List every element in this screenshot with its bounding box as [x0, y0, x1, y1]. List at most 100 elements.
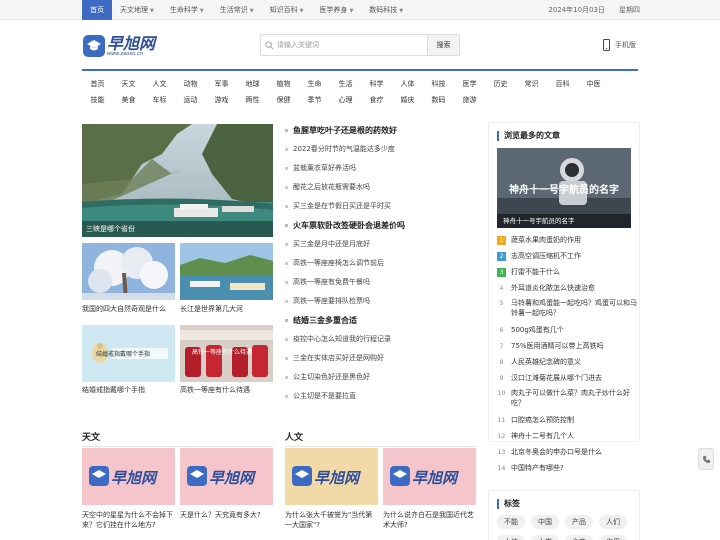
category-link[interactable]: 婚庆	[392, 93, 423, 107]
mobile-version-link[interactable]: 手机版	[603, 38, 636, 52]
article-card-title[interactable]: 为什么说齐白石是我国近代艺术大师?	[383, 510, 476, 530]
category-link[interactable]: 军事	[206, 77, 237, 91]
rank-item[interactable]: 2 志高空调压缩机不工作	[497, 251, 637, 261]
headline-link[interactable]: 火车票软卧改签硬卧会退差价吗	[284, 219, 479, 232]
article-link[interactable]: 2022春分时节的气温能达多少度	[284, 143, 479, 156]
rank-item[interactable]: 9 汉口江滩菊花展从哪个门进去	[497, 373, 637, 383]
category-link[interactable]: 食疗	[361, 93, 392, 107]
category-link[interactable]: 动物	[175, 77, 206, 91]
rank-item[interactable]: 14 中国特产有哪些?	[497, 463, 637, 473]
topnav-digital[interactable]: 数码科技 ▼	[361, 0, 411, 20]
topnav-encyclopedia[interactable]: 知识百科 ▼	[262, 0, 312, 20]
article-link[interactable]: 醒花之后放花瓶需要水吗	[284, 181, 479, 194]
category-link[interactable]: 技能	[82, 93, 113, 107]
thumb-wonders[interactable]	[82, 243, 175, 300]
category-link[interactable]: 首页	[82, 77, 113, 91]
article-link[interactable]: 疫控中心怎么知道我的行程记录	[284, 333, 479, 346]
category-link[interactable]: 医学	[454, 77, 485, 91]
search-input[interactable]	[277, 35, 427, 55]
section-title-astronomy[interactable]: 天文	[82, 430, 100, 444]
thumb-train[interactable]: 高铁一等座有什么待遇	[180, 325, 273, 382]
topnav-medical[interactable]: 医学养身 ▼	[311, 0, 361, 20]
tag-link[interactable]: 中国	[531, 515, 559, 529]
headline-link[interactable]: 鱼腥草吃叶子还是根的药效好	[284, 124, 479, 137]
article-link[interactable]: 高铁一等座座椅怎么调节前后	[284, 257, 479, 270]
category-link[interactable]: 历史	[485, 77, 516, 91]
headline-link[interactable]: 结婚三金多重合适	[284, 314, 479, 327]
rank-item[interactable]: 3 打雷不能干什么	[497, 267, 637, 277]
article-card-image[interactable]: 早旭网	[285, 448, 378, 505]
tag-link[interactable]: 产品	[565, 515, 593, 529]
category-link[interactable]: 游戏	[206, 93, 237, 107]
category-link[interactable]: 生活	[330, 77, 361, 91]
rank-item[interactable]: 11 口腔癌怎么预防控制	[497, 415, 637, 425]
rank-item[interactable]: 4 外耳道炎化脓怎么快速治愈	[497, 283, 637, 293]
tag-link[interactable]: 人类	[531, 535, 559, 540]
tag-link[interactable]: 作用	[599, 535, 627, 540]
tag-link[interactable]: 会变	[565, 535, 593, 540]
article-link[interactable]: 三金在实体店买好还是网购好	[284, 352, 479, 365]
article-link[interactable]: 买三金是月中还是月底好	[284, 238, 479, 251]
article-card-title[interactable]: 天空中的星星为什么不会掉下来？它们挂在什么地方?	[82, 510, 175, 530]
category-link[interactable]: 常识	[516, 77, 547, 91]
category-link[interactable]: 科技	[423, 77, 454, 91]
rank-item[interactable]: 10 肉丸子可以做什么菜？肉丸子炒什么好吃？	[497, 388, 637, 408]
topnav-life-science[interactable]: 生命科学 ▼	[162, 0, 212, 20]
rank-item[interactable]: 8 人民英雄纪念碑的意义	[497, 357, 637, 367]
topnav-life-tips[interactable]: 生活常识 ▼	[212, 0, 262, 20]
article-link[interactable]: 高铁一等座要排队检票吗	[284, 295, 479, 308]
category-link[interactable]: 人体	[392, 77, 423, 91]
rank-item[interactable]: 13 北京冬奥会的申办口号是什么	[497, 447, 637, 457]
article-link[interactable]: 盆栽薰衣草好养活吗	[284, 162, 479, 175]
article-card-image[interactable]: 早旭网	[82, 448, 175, 505]
topnav-astro-geo[interactable]: 天文地理 ▼	[112, 0, 162, 20]
thumb-ring[interactable]: 结婚戒指戴哪个手指	[82, 325, 175, 382]
article-card-image[interactable]: 早旭网	[383, 448, 476, 505]
thumb-yangtze[interactable]	[180, 243, 273, 300]
category-link[interactable]: 保健	[268, 93, 299, 107]
article-link[interactable]: 高铁一等座有免费午餐吗	[284, 276, 479, 289]
tag-link[interactable]: 人体	[497, 535, 525, 540]
article-card-title[interactable]: 为什么张大千被誉为"当代第一大国家"?	[285, 510, 378, 530]
category-link[interactable]: 科学	[361, 77, 392, 91]
category-link[interactable]: 美食	[113, 93, 144, 107]
category-link[interactable]: 数码	[423, 93, 454, 107]
article-link[interactable]: 买三金是在节假日买还是平时买	[284, 200, 479, 213]
article-link[interactable]: 公主切是不是要拉直	[284, 390, 479, 403]
category-link[interactable]: 人文	[144, 77, 175, 91]
thumb-title[interactable]: 高铁一等座有什么待遇	[180, 385, 250, 395]
article-card-title[interactable]: 天是什么？天究竟有多大?	[180, 510, 273, 520]
category-link[interactable]: 中医	[578, 77, 609, 91]
floating-contact-button[interactable]	[698, 448, 714, 470]
category-link[interactable]: 百科	[547, 77, 578, 91]
search-button[interactable]: 搜索	[427, 35, 459, 55]
category-link[interactable]: 天文	[113, 77, 144, 91]
section-title-humanities[interactable]: 人文	[285, 430, 303, 444]
article-link[interactable]: 公主切染色好还是黑色好	[284, 371, 479, 384]
topnav-home[interactable]: 首页	[82, 0, 112, 20]
article-card-image[interactable]: 早旭网	[180, 448, 273, 505]
category-link[interactable]: 心理	[330, 93, 361, 107]
rank-item[interactable]: 1 蔬菜水果肉蛋奶的作用	[497, 235, 637, 245]
site-logo[interactable]: 早旭网 www.zaoxu.cn	[83, 33, 163, 59]
rank-item[interactable]: 6 500g鸡蛋有几个	[497, 325, 637, 335]
category-link[interactable]: 植物	[268, 77, 299, 91]
category-link[interactable]: 旅游	[454, 93, 485, 107]
category-link[interactable]: 运动	[175, 93, 206, 107]
thumb-title[interactable]: 我国的四大自然奇观是什么	[82, 304, 166, 314]
category-link[interactable]: 生命	[299, 77, 330, 91]
chevron-down-icon: ▼	[249, 8, 254, 14]
tag-link[interactable]: 人们	[599, 515, 627, 529]
thumb-title[interactable]: 结婚戒指戴哪个手指	[82, 385, 145, 395]
category-link[interactable]: 地球	[237, 77, 268, 91]
category-link[interactable]: 车标	[144, 93, 175, 107]
featured-article[interactable]: 三峡是哪个省份	[82, 124, 273, 237]
rank-item[interactable]: 12 神舟十二号有几个人	[497, 431, 637, 441]
tag-link[interactable]: 不能	[497, 515, 525, 529]
most-viewed-feature[interactable]: 神舟十一号宇航员的名字 神舟十一号宇航员的名字	[497, 148, 631, 228]
category-link[interactable]: 季节	[299, 93, 330, 107]
rank-item[interactable]: 5 马铃薯和鸡蛋能一起吃吗？鸡蛋可以和马铃薯一起吃吗？	[497, 298, 637, 318]
thumb-title[interactable]: 长江是世界第几大河	[180, 304, 243, 314]
category-link[interactable]: 两性	[237, 93, 268, 107]
rank-item[interactable]: 7 75%医用酒精可以带上高铁吗	[497, 341, 637, 351]
